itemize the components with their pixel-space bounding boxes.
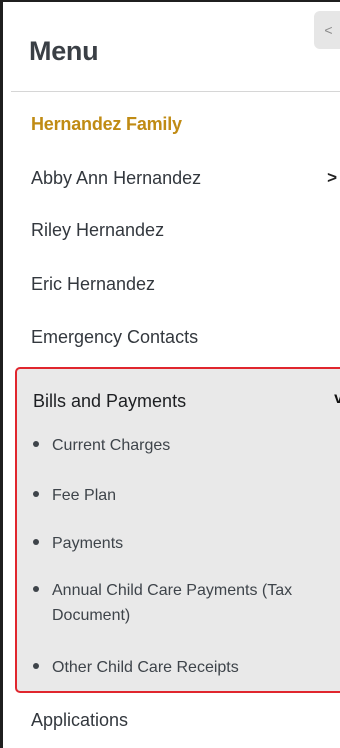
chevron-right-icon: > — [327, 168, 337, 187]
menu-item-eric[interactable]: Eric Hernandez — [3, 266, 340, 302]
menu-item-applications[interactable]: Applications — [3, 702, 340, 738]
subitem-fee-plan[interactable]: Fee Plan — [33, 483, 116, 508]
bullet-icon — [33, 538, 39, 545]
menu-item-label: Eric Hernandez — [31, 273, 156, 294]
subitem-payments[interactable]: Payments — [33, 531, 123, 556]
menu-item-label: Applications — [31, 709, 129, 730]
subitem-current-charges[interactable]: Current Charges — [33, 433, 170, 458]
subitem-annual-child-care-payments[interactable]: Annual Child Care Payments (Tax Document… — [33, 578, 302, 628]
menu-item-riley[interactable]: Riley Hernandez — [3, 212, 340, 248]
family-name: Hernandez Family — [31, 113, 182, 134]
bullet-icon — [33, 586, 39, 592]
bullet-icon — [33, 440, 39, 447]
menu-item-label: Riley Hernandez — [31, 219, 165, 240]
chevron-left-icon: < — [324, 22, 333, 38]
side-menu-panel: < Menu Hernandez Family Abby Ann Hernand… — [0, 0, 340, 748]
menu-title: Menu — [29, 36, 99, 66]
menu-item-label: Emergency Contacts — [31, 326, 199, 347]
menu-item-emergency-contacts[interactable]: Emergency Contacts — [3, 319, 340, 355]
bullet-icon — [33, 662, 39, 669]
bullet-icon — [33, 490, 39, 497]
divider — [11, 91, 340, 92]
subitem-other-child-care-receipts[interactable]: Other Child Care Receipts — [33, 655, 239, 680]
bills-and-payments-section: Bills and Payments v Current Charges Fee… — [15, 367, 340, 693]
menu-item-abby[interactable]: Abby Ann Hernandez > — [3, 160, 340, 196]
chevron-down-icon[interactable]: v — [334, 390, 340, 408]
family-link[interactable]: Hernandez Family — [3, 106, 340, 142]
menu-item-label: Abby Ann Hernandez — [31, 167, 202, 188]
collapse-menu-button[interactable]: < — [314, 11, 340, 49]
bills-and-payments-header[interactable]: Bills and Payments — [33, 391, 186, 412]
